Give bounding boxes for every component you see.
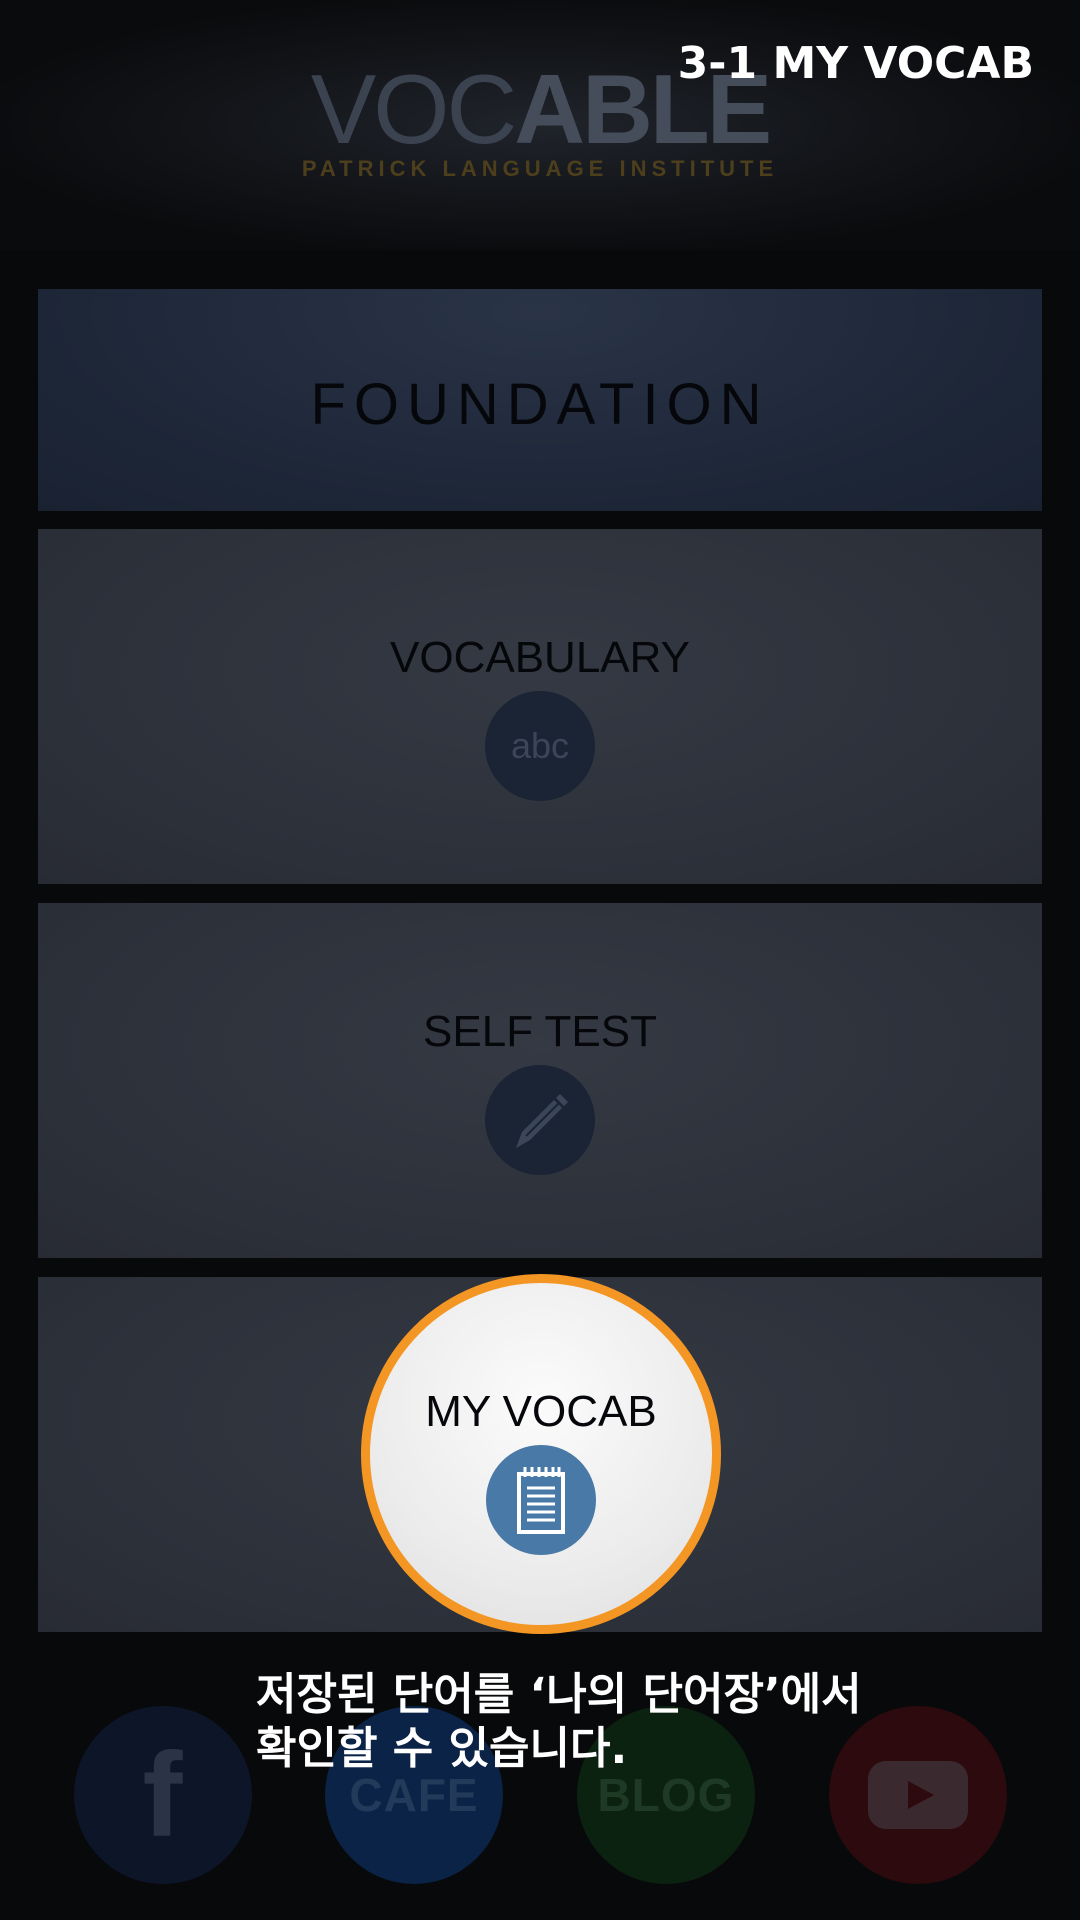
- abc-icon-text: abc: [510, 725, 570, 766]
- tutorial-caption: 저장된 단어를 ‘나의 단어장’에서 확인할 수 있습니다.: [256, 1668, 862, 1776]
- menu-self-test-button[interactable]: SELF TEST: [38, 903, 1042, 1258]
- logo-subtitle: PATRICK LANGUAGE INSTITUTE: [301, 156, 779, 181]
- caption-line-1: 저장된 단어를 ‘나의 단어장’에서: [256, 1669, 862, 1720]
- menu-vocabulary-label: VOCABULARY: [390, 633, 690, 682]
- logo-text-light: VOC: [310, 54, 517, 164]
- facebook-icon: f: [142, 1728, 184, 1862]
- menu-vocabulary-button[interactable]: VOCABULARY abc: [38, 529, 1042, 884]
- blog-icon: BLOG: [597, 1769, 735, 1821]
- youtube-icon: [868, 1761, 968, 1829]
- cafe-icon: CAFE: [349, 1769, 479, 1821]
- pencil-icon: [485, 1065, 595, 1175]
- abc-icon: abc: [485, 691, 595, 801]
- notepad-icon: [486, 1445, 596, 1555]
- menu-my-vocab-label: MY VOCAB: [425, 1387, 657, 1436]
- my-vocab-highlight-button[interactable]: MY VOCAB: [361, 1274, 721, 1634]
- step-title: 3-1 MY VOCAB: [677, 38, 1034, 89]
- caption-line-2: 확인할 수 있습니다.: [256, 1723, 628, 1774]
- facebook-button[interactable]: f: [74, 1706, 252, 1884]
- level-label: FOUNDATION: [310, 372, 770, 437]
- menu-self-test-label: SELF TEST: [423, 1007, 657, 1056]
- level-banner: FOUNDATION: [38, 289, 1042, 511]
